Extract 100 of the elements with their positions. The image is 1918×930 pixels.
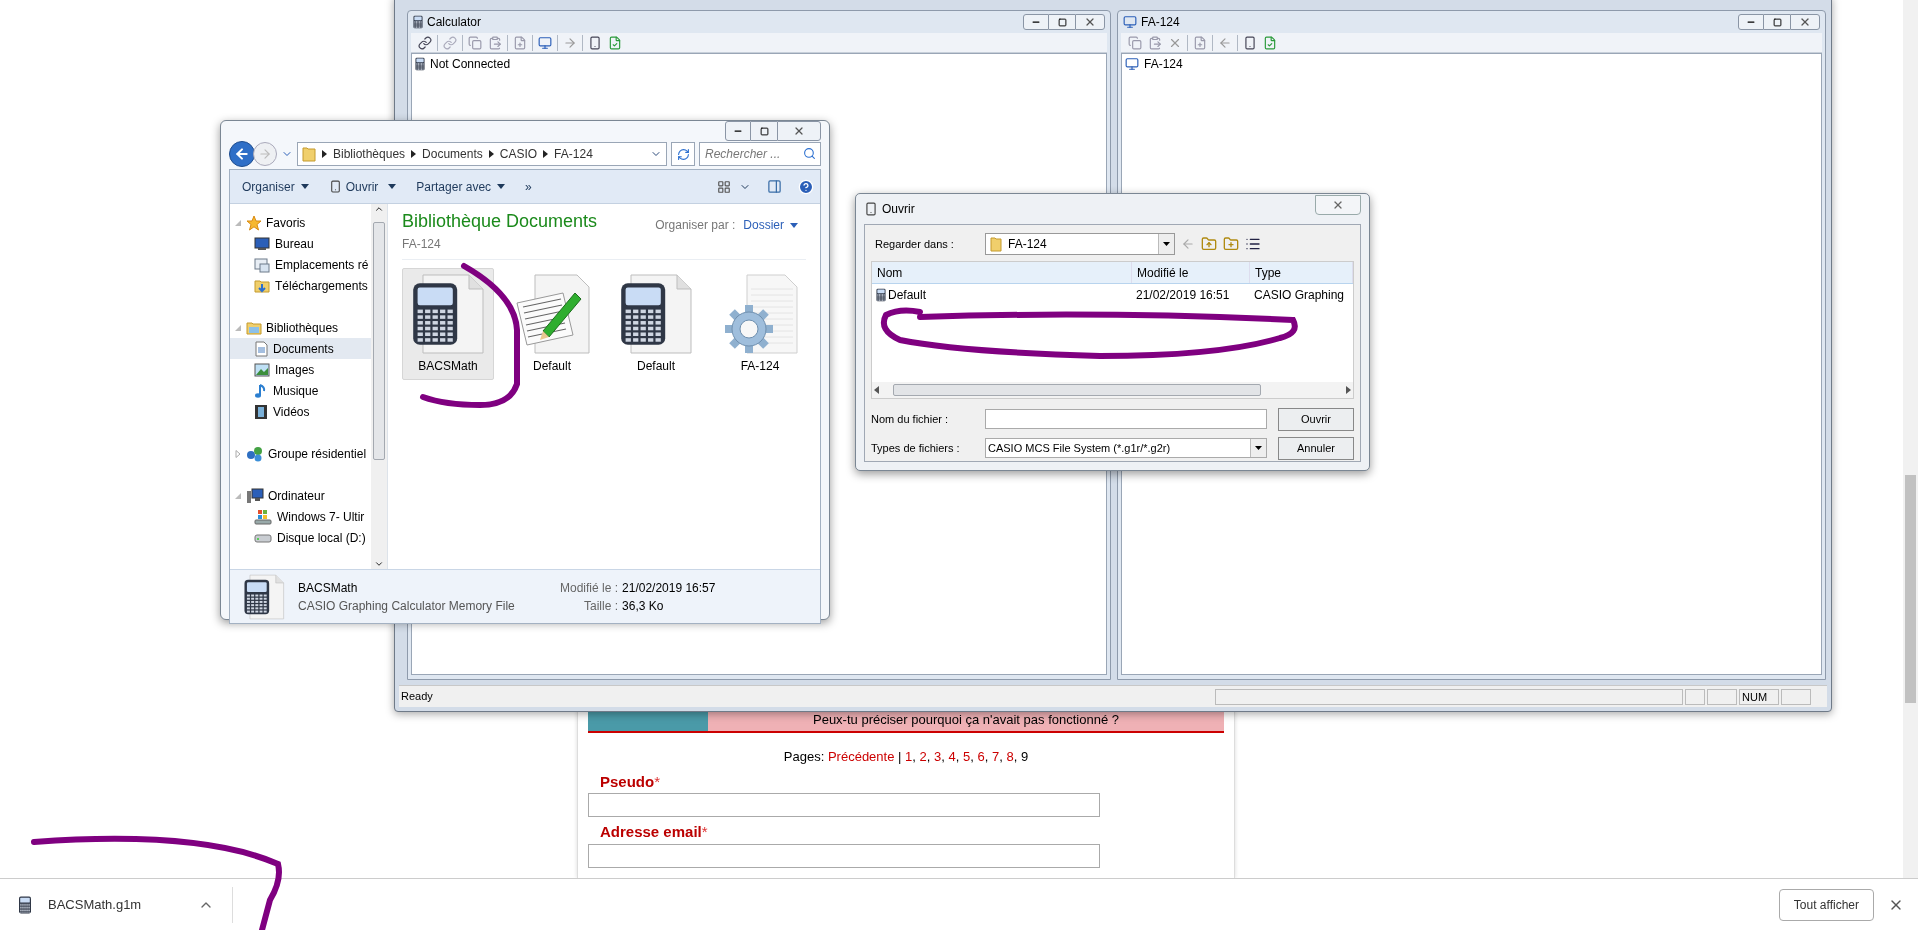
scroll-down-icon[interactable] xyxy=(374,559,384,569)
search-icon[interactable] xyxy=(803,147,816,160)
paste-icon[interactable] xyxy=(488,35,502,50)
maximize-icon[interactable] xyxy=(1057,17,1067,27)
arrange-dropdown[interactable]: Dossier xyxy=(743,216,798,234)
list-item[interactable]: FA-124 xyxy=(1144,55,1183,73)
address-bar[interactable]: Bibliothèques Documents CASIO FA-124 xyxy=(297,142,667,166)
nav-item[interactable]: Groupe résidentiel xyxy=(230,443,371,464)
page-link[interactable]: 2 xyxy=(919,749,927,764)
page-link[interactable]: 8 xyxy=(1006,749,1014,764)
close-button[interactable] xyxy=(1075,14,1105,30)
calculator-icon[interactable] xyxy=(328,180,342,193)
close-icon[interactable] xyxy=(793,125,805,137)
column-header[interactable]: Modifié le xyxy=(1132,262,1250,283)
column-header[interactable]: Nom xyxy=(872,262,1132,283)
view-options-icon[interactable] xyxy=(717,179,731,194)
cancel-button[interactable]: Annuler xyxy=(1278,436,1354,460)
maximize-button[interactable] xyxy=(1049,14,1075,30)
breadcrumb-arrow-icon[interactable] xyxy=(488,150,494,158)
minimize-button[interactable] xyxy=(1738,14,1764,30)
file-check-icon[interactable] xyxy=(1263,35,1277,50)
calculator-icon[interactable] xyxy=(1243,35,1257,50)
breadcrumb-item[interactable]: CASIO xyxy=(499,145,538,163)
nav-item[interactable]: Téléchargements xyxy=(230,275,371,296)
dropdown-arrow-icon[interactable] xyxy=(1255,446,1262,450)
arrow-right-icon[interactable] xyxy=(563,35,577,50)
horizontal-scrollbar[interactable] xyxy=(872,382,1353,398)
text-field[interactable] xyxy=(588,793,1100,817)
minimize-button[interactable] xyxy=(725,121,751,141)
download-file-name[interactable]: BACSMath.g1m xyxy=(48,894,198,915)
nav-item[interactable]: Vidéos xyxy=(230,401,371,422)
nav-item[interactable]: Bibliothèques xyxy=(230,317,371,338)
toolbar-menu-button[interactable]: Partager avec xyxy=(410,174,512,199)
breadcrumb-item[interactable]: Bibliothèques xyxy=(333,145,406,163)
show-all-button[interactable]: Tout afficher xyxy=(1778,888,1874,921)
nav-item[interactable]: Bureau xyxy=(230,233,371,254)
scroll-right-icon[interactable] xyxy=(1346,386,1351,394)
breadcrumb-arrow-icon[interactable] xyxy=(322,150,327,158)
close-button[interactable] xyxy=(1790,14,1820,30)
new-folder-icon[interactable] xyxy=(1223,236,1239,252)
maximize-button[interactable] xyxy=(1764,14,1790,30)
nav-item[interactable]: Images xyxy=(230,359,371,380)
copy-icon[interactable] xyxy=(468,35,482,50)
text-field[interactable] xyxy=(588,843,1100,868)
close-icon[interactable] xyxy=(1332,199,1344,211)
toolbar-menu-button[interactable]: Organiser xyxy=(236,174,315,199)
paste-icon[interactable] xyxy=(1148,35,1162,50)
back-button[interactable] xyxy=(229,141,255,167)
close-icon[interactable] xyxy=(1799,16,1811,28)
nav-item[interactable]: Musique xyxy=(230,380,371,401)
dropdown-arrow-icon[interactable] xyxy=(300,184,309,189)
nav-item[interactable]: Ordinateur xyxy=(230,485,371,506)
page-link[interactable]: 9 xyxy=(1020,749,1029,764)
maximize-icon[interactable] xyxy=(759,126,769,136)
breadcrumb-item[interactable]: Documents xyxy=(422,145,483,163)
preview-pane-icon[interactable] xyxy=(767,179,782,194)
previous-link[interactable]: Précédente xyxy=(827,749,895,764)
open-button[interactable]: Ouvrir xyxy=(1278,407,1354,431)
breadcrumb-arrow-icon[interactable] xyxy=(411,150,417,158)
scroll-up-icon[interactable] xyxy=(374,204,384,214)
file-item[interactable]: Default xyxy=(610,268,702,380)
minimize-button[interactable] xyxy=(1023,14,1049,30)
file-check-icon[interactable] xyxy=(608,35,622,50)
more-commands-button[interactable]: » xyxy=(519,174,538,199)
dropdown-arrow-icon[interactable] xyxy=(388,184,397,189)
scrollbar-thumb[interactable] xyxy=(373,222,385,460)
scrollbar-thumb[interactable] xyxy=(893,384,1261,396)
breadcrumb-item[interactable]: FA-124 xyxy=(554,145,593,163)
file-item[interactable]: FA-124 xyxy=(714,268,806,380)
open-button[interactable]: Ouvrir xyxy=(322,174,403,199)
dropdown-arrow-icon[interactable] xyxy=(497,184,506,189)
scrollbar-thumb[interactable] xyxy=(1905,475,1916,703)
maximize-icon[interactable] xyxy=(1772,17,1782,27)
column-header[interactable]: Type xyxy=(1250,262,1353,283)
nav-item[interactable]: Favoris xyxy=(230,212,371,233)
new-file-icon[interactable] xyxy=(513,35,527,50)
calculator-icon[interactable] xyxy=(588,35,602,50)
scrollbar[interactable] xyxy=(371,204,387,569)
scroll-left-icon[interactable] xyxy=(874,386,879,394)
help-icon[interactable] xyxy=(798,178,814,195)
file-item[interactable]: Default xyxy=(506,268,598,380)
scrollbar[interactable] xyxy=(1903,0,1918,878)
dropdown-arrow-icon[interactable] xyxy=(1163,242,1170,246)
nav-item[interactable]: Documents xyxy=(230,338,371,359)
list-item[interactable]: Not Connected xyxy=(430,55,511,73)
dropdown-arrow-icon[interactable] xyxy=(790,222,798,228)
page-link[interactable]: 6 xyxy=(977,749,985,764)
refresh-button[interactable] xyxy=(671,142,695,166)
nav-item[interactable]: Windows 7- Ultir xyxy=(230,506,371,527)
file-item[interactable]: BACSMath xyxy=(402,268,494,380)
page-link[interactable]: 7 xyxy=(991,749,1000,764)
view-menu-icon[interactable] xyxy=(1245,236,1261,252)
file-type-dropdown[interactable]: CASIO MCS File System (*.g1r/*.g2r) xyxy=(985,438,1267,458)
refresh-icon[interactable] xyxy=(676,147,690,161)
file-name-field[interactable] xyxy=(985,409,1267,429)
new-file-icon[interactable] xyxy=(1193,35,1207,50)
search-field[interactable]: Rechercher ... xyxy=(699,142,821,166)
nav-item[interactable]: Disque local (D:) xyxy=(230,527,371,548)
breadcrumb-arrow-icon[interactable] xyxy=(543,150,549,158)
connect-icon[interactable] xyxy=(418,35,432,50)
